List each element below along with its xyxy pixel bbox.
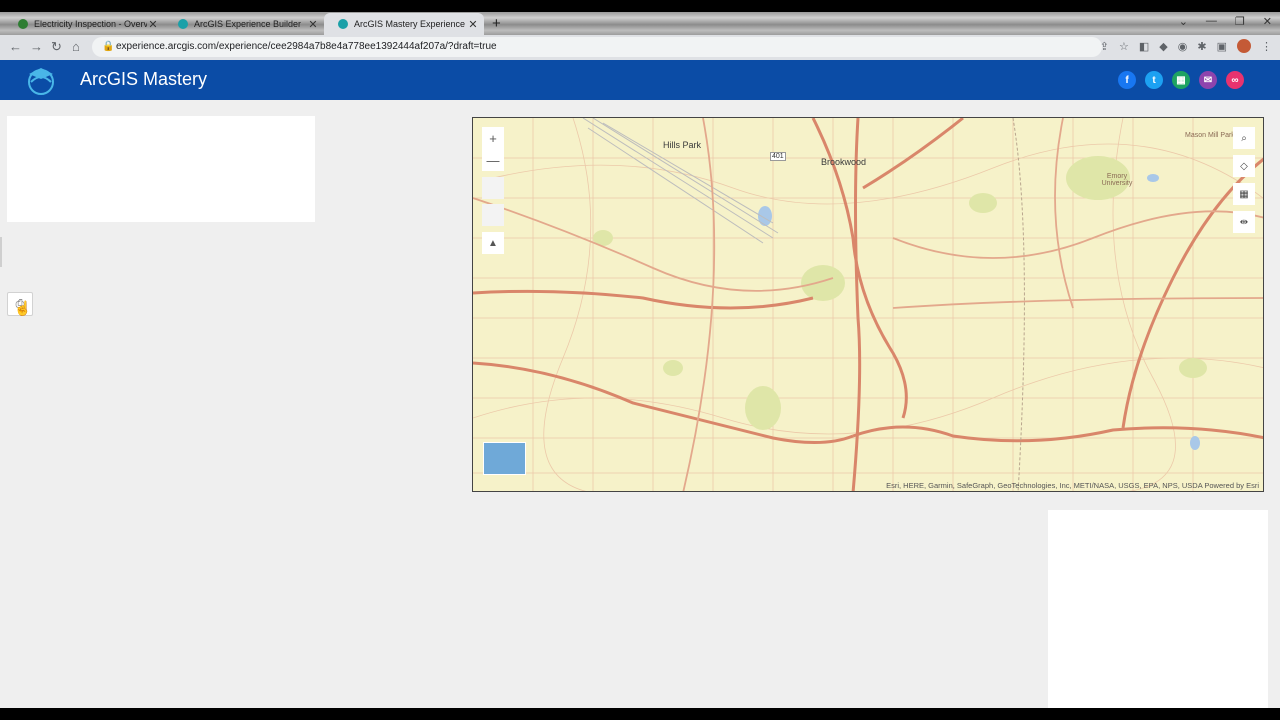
browser-window: Electricity Inspection - Overview ✕ ArcG… [0, 12, 1280, 708]
search-icon[interactable]: ⌕ [1233, 127, 1255, 149]
back-button[interactable]: ← [9, 39, 22, 54]
close-tab-icon[interactable]: ✕ [467, 18, 479, 31]
map-label: Emory University [1101, 173, 1133, 187]
home-button[interactable]: ⌂ [72, 39, 80, 54]
close-window-button[interactable]: ✕ [1263, 15, 1272, 28]
basemap [473, 118, 1263, 491]
compass-icon[interactable]: ▲ [482, 232, 504, 254]
restore-button[interactable]: ❐ [1235, 15, 1245, 28]
address-bar[interactable]: 🔒 experience.arcgis.com/experience/cee29… [92, 37, 1102, 57]
overview-map[interactable] [483, 442, 526, 475]
extension-icon[interactable]: ◆ [1159, 40, 1167, 53]
link-icon[interactable]: ∞ [1226, 71, 1244, 89]
zoom-in-button[interactable]: + [482, 127, 504, 149]
map-label: Brookwood [821, 157, 867, 167]
extension-toolbar: ⇪ ☆ ◧ ◆ ◉ ✱ ▣ ⋮ [1100, 39, 1272, 53]
twitter-icon[interactable]: t [1145, 71, 1163, 89]
highway-shield: 401 [770, 152, 786, 161]
arcgis-mastery-logo-icon [28, 68, 54, 95]
facebook-icon[interactable]: f [1118, 71, 1136, 89]
media-icon[interactable]: ▣ [1217, 40, 1227, 53]
email-icon[interactable]: ✉ [1199, 71, 1217, 89]
lock-icon: 🔒 [102, 41, 115, 52]
close-tab-icon[interactable]: ✕ [147, 18, 159, 31]
zoom-out-button[interactable]: — [482, 149, 504, 171]
map-label: Hills Park [663, 140, 702, 150]
profile-avatar[interactable] [1237, 39, 1251, 53]
tab-search-button[interactable]: ⌄ [1179, 15, 1188, 28]
sidebar-edge [0, 237, 2, 267]
basemap-gallery-icon[interactable]: ▦ [1233, 183, 1255, 205]
app-title: ArcGIS Mastery [80, 69, 208, 89]
forward-button[interactable]: → [30, 39, 43, 54]
globe-icon [18, 19, 28, 29]
arcgis-icon [178, 19, 188, 29]
browser-toolbar: ← → ↻ ⌂ 🔒 experience.arcgis.com/experien… [0, 35, 1280, 60]
reload-button[interactable]: ↻ [51, 39, 62, 55]
tab-title: Electricity Inspection - Overview [34, 19, 147, 29]
tab-arcgis-mastery[interactable]: ArcGIS Mastery Experience Builder ✕ [324, 13, 484, 35]
widget-placeholder [1048, 510, 1268, 708]
map-label: Mason Mill Park [1185, 132, 1235, 139]
new-tab-button[interactable]: + [492, 15, 501, 32]
url-text: experience.arcgis.com/experience/cee2984… [116, 41, 497, 52]
text-widget-placeholder [7, 116, 315, 222]
minimize-button[interactable]: — [1206, 15, 1217, 28]
tab-experience-builder[interactable]: ArcGIS Experience Builder ✕ [164, 13, 324, 35]
share-icon[interactable]: ⇪ [1100, 40, 1109, 53]
tab-strip: Electricity Inspection - Overview ✕ ArcG… [0, 12, 1280, 35]
window-controls: ⌄ — ❐ ✕ [1179, 15, 1272, 28]
extension-icon[interactable]: ◧ [1139, 40, 1149, 53]
tab-title: ArcGIS Experience Builder [194, 19, 302, 29]
app-header: ArcGIS Mastery f t ▦ ✉ ∞ [0, 60, 1280, 100]
measure-icon[interactable]: ⇹ [1233, 211, 1255, 233]
layers-icon[interactable]: ◇ [1233, 155, 1255, 177]
bookmark-star-icon[interactable]: ☆ [1119, 40, 1129, 53]
arcgis-icon [338, 19, 348, 29]
mouse-cursor-icon: ☝ [14, 300, 32, 316]
map-tool-button[interactable] [482, 204, 504, 226]
map-tool-button[interactable] [482, 177, 504, 199]
tab-electricity-inspection[interactable]: Electricity Inspection - Overview ✕ [4, 13, 164, 35]
close-tab-icon[interactable]: ✕ [307, 18, 319, 31]
map-widget[interactable]: Hills Park Brookwood Emory University Ma… [472, 117, 1264, 492]
extensions-puzzle-icon[interactable]: ✱ [1197, 40, 1206, 53]
extension-icon[interactable]: ◉ [1178, 40, 1188, 53]
map-attribution: Esri, HERE, Garmin, SafeGraph, GeoTechno… [886, 481, 1259, 490]
share-bar: f t ▦ ✉ ∞ [1118, 71, 1244, 89]
menu-kebab-icon[interactable]: ⋮ [1261, 40, 1272, 53]
sheets-icon[interactable]: ▦ [1172, 71, 1190, 89]
tab-title: ArcGIS Mastery Experience Builder [354, 19, 467, 29]
